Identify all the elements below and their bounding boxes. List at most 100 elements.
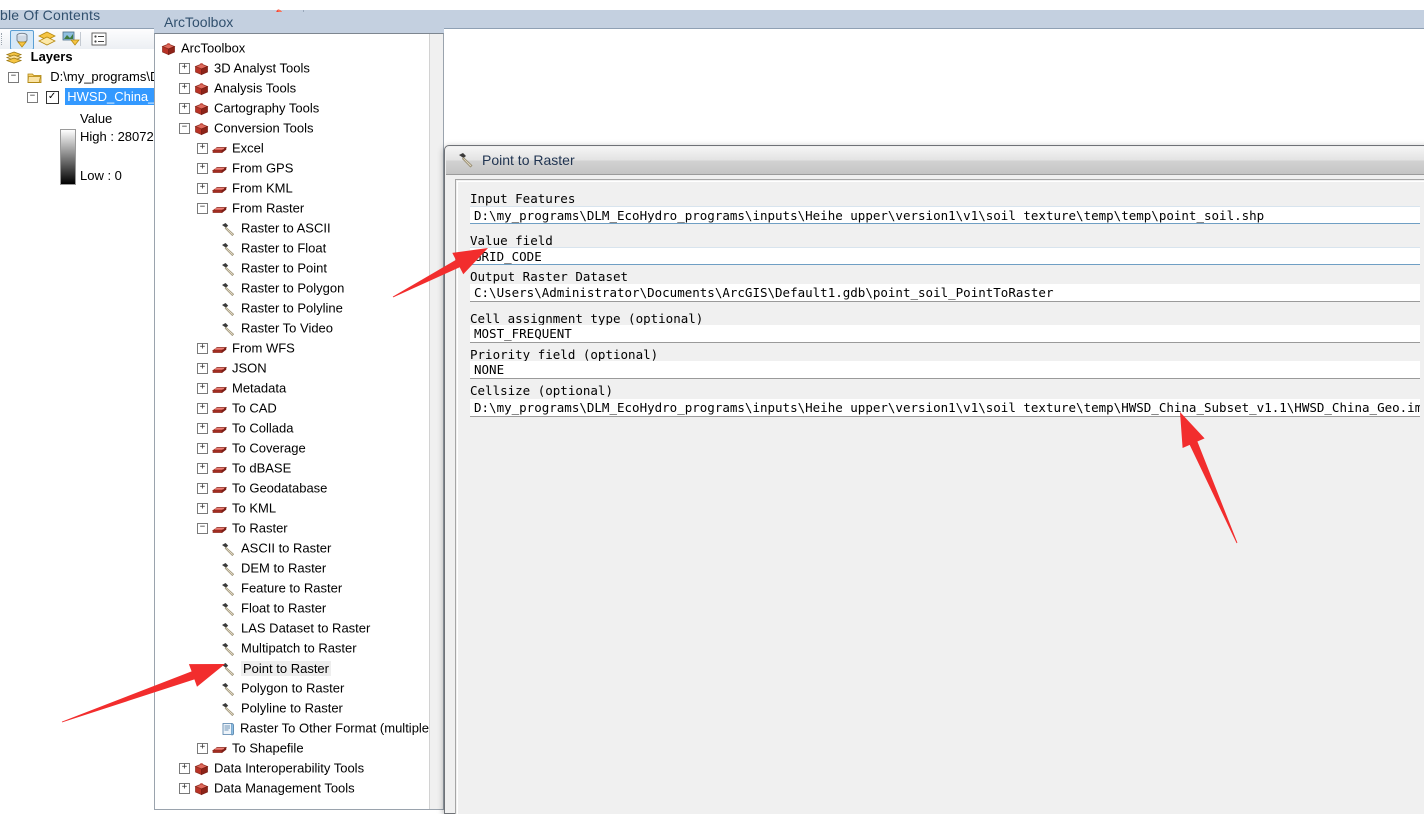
arctoolbox-tree-item-conversion-tools[interactable]: − Conversion Tools	[179, 120, 313, 137]
arctoolbox-tree-item-raster-to-ascii[interactable]: Raster to ASCII	[221, 220, 331, 237]
expander-to-shapefile[interactable]: +	[197, 743, 208, 755]
expander-conversion-tools[interactable]: −	[179, 123, 190, 135]
toolset-icon	[211, 383, 228, 395]
expander-cartography-tools[interactable]: +	[179, 103, 190, 115]
arctoolbox-tree-item-feature-to-raster[interactable]: Feature to Raster	[221, 580, 342, 597]
expander-layer[interactable]: −	[27, 92, 38, 104]
expander-to-kml[interactable]: +	[197, 503, 208, 515]
arctoolbox-tree-item-ascii-to-raster[interactable]: ASCII to Raster	[221, 540, 331, 557]
toolset-icon	[211, 343, 228, 355]
arctoolbox-tree-item-label: Conversion Tools	[214, 120, 314, 136]
tool-icon	[221, 542, 236, 556]
arctoolbox-tree-item-label: To KML	[232, 500, 277, 516]
cellsize-input[interactable]: D:\my_programs\DLM_EcoHydro_programs\inp…	[470, 399, 1420, 417]
cell-assignment-type-input[interactable]: MOST_FREQUENT	[470, 325, 1420, 343]
toc-button-list-by-visibility[interactable]	[60, 30, 82, 48]
toc-button-list-by-selection[interactable]	[88, 30, 110, 48]
toolbox-icon	[194, 82, 209, 96]
arctoolbox-tree-item-label: From Raster	[232, 200, 305, 216]
toolset-icon	[211, 203, 228, 215]
toolset-icon	[211, 463, 228, 475]
expander-data-management-tools[interactable]: +	[179, 783, 190, 795]
arctoolbox-tree-item-data-management-tools[interactable]: + Data Management Tools	[179, 780, 355, 797]
arctoolbox-tree-item-polyline-to-raster[interactable]: Polyline to Raster	[221, 700, 343, 717]
arctoolbox-tree-item-raster-to-polygon[interactable]: Raster to Polygon	[221, 280, 344, 297]
arctoolbox-tree-item-cartography-tools[interactable]: + Cartography Tools	[179, 100, 319, 117]
toc-root-layers[interactable]: Layers	[5, 49, 73, 64]
toc-button-list-by-drawing-order[interactable]	[10, 30, 34, 50]
value-field-input[interactable]: GRID_CODE	[470, 247, 1420, 265]
arctoolbox-tree-item-raster-to-other-format-multiple[interactable]: Raster To Other Format (multiple)	[221, 720, 433, 737]
expander-folder[interactable]: −	[8, 72, 19, 84]
toc-folder-row[interactable]: − D:\my_programs\D	[8, 69, 154, 84]
arctoolbox-tree-item-from-raster[interactable]: − From Raster	[197, 200, 304, 217]
arctoolbox-tree-item-dem-to-raster[interactable]: DEM to Raster	[221, 560, 326, 577]
arctoolbox-vertical-scrollbar[interactable]	[429, 34, 443, 809]
arctoolbox-tree-item-polygon-to-raster[interactable]: Polygon to Raster	[221, 680, 344, 697]
arctoolbox-tree-item-label: Multipatch to Raster	[241, 640, 357, 656]
legend-color-ramp	[60, 129, 76, 185]
tool-icon	[221, 642, 236, 656]
expander-to-cad[interactable]: +	[197, 403, 208, 415]
legend-high-value: High : 28072	[80, 129, 154, 144]
arctoolbox-tree-item-float-to-raster[interactable]: Float to Raster	[221, 600, 326, 617]
expander-to-geodatabase[interactable]: +	[197, 483, 208, 495]
arctoolbox-tree-item-to-raster[interactable]: − To Raster	[197, 520, 288, 537]
arctoolbox-tree-item-point-to-raster[interactable]: Point to Raster	[221, 660, 331, 677]
arctoolbox-tree-item-data-interoperability-tools[interactable]: + Data Interoperability Tools	[179, 760, 364, 777]
toolbar-grip[interactable]	[1, 33, 5, 45]
output-raster-dataset-input[interactable]: C:\Users\Administrator\Documents\ArcGIS\…	[470, 284, 1420, 302]
arctoolbox-tree-item-raster-to-point[interactable]: Raster to Point	[221, 260, 327, 277]
arctoolbox-tree-item-excel[interactable]: + Excel	[197, 140, 264, 157]
toc-layer-row[interactable]: − ✓ HWSD_China_G	[27, 88, 154, 105]
toc-folder-label: D:\my_programs\D	[50, 69, 154, 84]
expander-from-wfs[interactable]: +	[197, 343, 208, 355]
arctoolbox-tree-item-to-cad[interactable]: + To CAD	[197, 400, 277, 417]
toc-button-list-by-source[interactable]	[36, 30, 58, 48]
expander-metadata[interactable]: +	[197, 383, 208, 395]
arctoolbox-tree-item-from-wfs[interactable]: + From WFS	[197, 340, 295, 357]
expander-to-raster[interactable]: −	[197, 523, 208, 535]
tool-icon	[221, 662, 236, 676]
arctoolbox-tree-item-to-geodatabase[interactable]: + To Geodatabase	[197, 480, 327, 497]
expander-json[interactable]: +	[197, 363, 208, 375]
expander-from-gps[interactable]: +	[197, 163, 208, 175]
expander-excel[interactable]: +	[197, 143, 208, 155]
arctoolbox-tree-item-analysis-tools[interactable]: + Analysis Tools	[179, 80, 296, 97]
arctoolbox-tree-item-3d-analyst-tools[interactable]: +3D Analyst Tools	[179, 60, 310, 77]
arctoolbox-tree-item-to-dbase[interactable]: + To dBASE	[197, 460, 291, 477]
arctoolbox-tree-item-json[interactable]: + JSON	[197, 360, 267, 377]
expander-to-dbase[interactable]: +	[197, 463, 208, 475]
arctoolbox-tree-item-to-coverage[interactable]: + To Coverage	[197, 440, 306, 457]
arctoolbox-tree-item-metadata[interactable]: + Metadata	[197, 380, 286, 397]
arctoolbox-tree-item-to-collada[interactable]: + To Collada	[197, 420, 293, 437]
toolset-icon	[211, 443, 228, 455]
arctoolbox-tree-item-label: Raster to Point	[241, 260, 327, 276]
expander-from-raster[interactable]: −	[197, 203, 208, 215]
arctoolbox-tree-item-to-shapefile[interactable]: + To Shapefile	[197, 740, 304, 757]
arctoolbox-tree-item-from-gps[interactable]: + From GPS	[197, 160, 293, 177]
arctoolbox-tree-item-raster-to-float[interactable]: Raster to Float	[221, 240, 326, 257]
arctoolbox-tree-item-root[interactable]: ArcToolbox	[161, 40, 245, 57]
toolset-icon	[211, 483, 228, 495]
expander-to-coverage[interactable]: +	[197, 443, 208, 455]
expander-3d-analyst-tools[interactable]: +	[179, 63, 190, 75]
priority-field-input[interactable]: NONE	[470, 361, 1420, 379]
arctoolbox-tree-item-to-kml[interactable]: + To KML	[197, 500, 276, 517]
arctoolbox-tree-item-las-dataset-to-raster[interactable]: LAS Dataset to Raster	[221, 620, 370, 637]
expander-data-interoperability-tools[interactable]: +	[179, 763, 190, 775]
arctoolbox-tree-item-multipatch-to-raster[interactable]: Multipatch to Raster	[221, 640, 357, 657]
arctoolbox-tree-item-raster-to-video[interactable]: Raster To Video	[221, 320, 333, 337]
toolbox-icon	[194, 782, 209, 796]
arctoolbox-tree: ArcToolbox +3D Analyst Tools + Analysis Too…	[154, 33, 444, 810]
dialog-title-bar[interactable]: Point to Raster	[446, 147, 1424, 175]
expander-from-kml[interactable]: +	[197, 183, 208, 195]
arctoolbox-header[interactable]: ArcToolbox	[154, 12, 444, 33]
layer-visibility-checkbox[interactable]: ✓	[45, 91, 59, 105]
input-features-input[interactable]: D:\my_programs\DLM_EcoHydro_programs\inp…	[470, 206, 1420, 224]
selection-icon	[91, 32, 107, 46]
arctoolbox-tree-item-from-kml[interactable]: + From KML	[197, 180, 293, 197]
expander-analysis-tools[interactable]: +	[179, 83, 190, 95]
arctoolbox-tree-item-raster-to-polyline[interactable]: Raster to Polyline	[221, 300, 343, 317]
expander-to-collada[interactable]: +	[197, 423, 208, 435]
